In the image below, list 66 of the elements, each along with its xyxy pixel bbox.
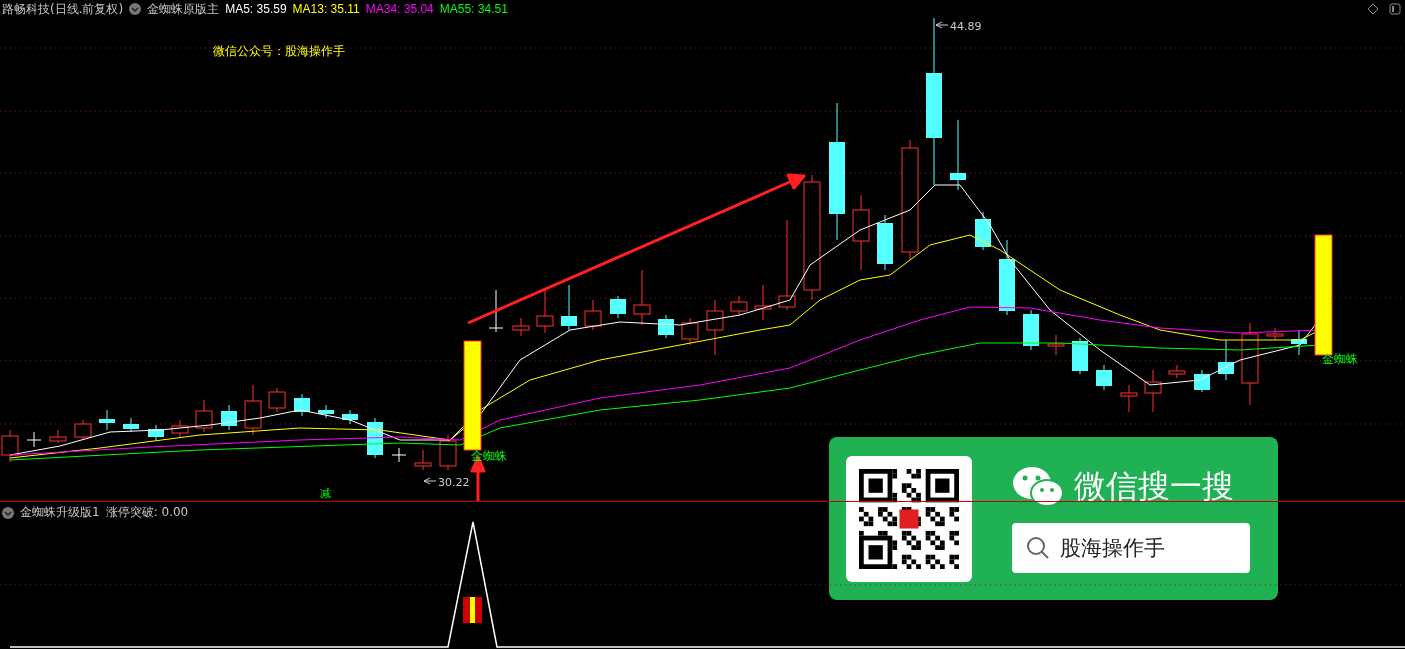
candlestick [123, 417, 139, 433]
candlestick [536, 289, 554, 334]
candlestick [512, 317, 530, 337]
indicator-name: 金蜘蛛升级版1 [20, 504, 100, 521]
candlestick [414, 449, 432, 471]
candlestick [1047, 334, 1065, 356]
candlestick [610, 295, 626, 319]
candlestick [244, 384, 262, 436]
candlestick [268, 387, 286, 413]
marker-label: 减 [320, 487, 331, 500]
candlestick [1168, 364, 1186, 379]
candlestick [1096, 364, 1112, 391]
candlestick [221, 404, 237, 431]
candlestick [561, 284, 577, 331]
signal-label: 金蜘蛛 [1322, 352, 1358, 366]
candlestick [633, 269, 651, 326]
candlestick [1023, 309, 1039, 351]
candlestick [754, 284, 772, 321]
diamond-icon[interactable] [1367, 3, 1379, 15]
candlestick [1291, 329, 1307, 356]
candlestick [74, 419, 92, 441]
qr-code-icon [846, 455, 972, 582]
signal-label: 金蜘蛛 [471, 449, 507, 463]
candlestick [294, 393, 310, 417]
indicator-name: 金蜘蛛原版主 [147, 0, 220, 18]
ma-value: MA55: 34.51 [439, 2, 508, 16]
ma-value: MA5: 35.59 [225, 2, 287, 16]
search-field[interactable]: 股海操作手 [1012, 522, 1250, 573]
candlestick [318, 404, 334, 419]
wechat-note: 微信公众号：股海操作手 [213, 44, 345, 58]
low-price-label: 30.22 [423, 476, 470, 489]
candlestick [1120, 384, 1138, 413]
stock-title: 路畅科技(日线.前复权) [2, 0, 124, 18]
indicator-reading: 涨停突破: 0.00 [105, 504, 189, 521]
candlestick [49, 429, 67, 444]
candlestick [1266, 327, 1284, 341]
candlestick [950, 119, 966, 191]
candlestick [1218, 339, 1234, 381]
candlestick [1072, 337, 1088, 375]
dropdown-icon[interactable] [2, 506, 14, 519]
candlestick [658, 314, 674, 339]
candlestick [391, 447, 407, 463]
candlestick [342, 409, 358, 425]
candlestick [730, 295, 748, 316]
dropdown-icon[interactable] [129, 3, 142, 15]
candlestick [877, 214, 893, 271]
candlestick [439, 434, 457, 471]
candlestick [26, 431, 42, 448]
candlestick [171, 419, 189, 439]
signal-block [463, 597, 482, 623]
candlestick [975, 211, 991, 251]
ma-value: MA13: 35.11 [292, 2, 360, 16]
search-title: 微信搜一搜 [1074, 465, 1234, 507]
panel-icon[interactable] [1389, 3, 1401, 15]
candlestick [1144, 369, 1162, 413]
search-icon [1026, 535, 1050, 560]
candlestick [148, 424, 164, 441]
candlestick [488, 289, 504, 333]
candlestick [681, 317, 699, 346]
candlestick [1194, 369, 1210, 393]
candlestick [584, 299, 602, 331]
candlestick [99, 409, 115, 431]
ma-value: MA34: 35.04 [365, 2, 434, 16]
candlestick [706, 299, 724, 356]
high-price-label: 44.89 [935, 20, 982, 33]
candlestick [195, 399, 213, 433]
